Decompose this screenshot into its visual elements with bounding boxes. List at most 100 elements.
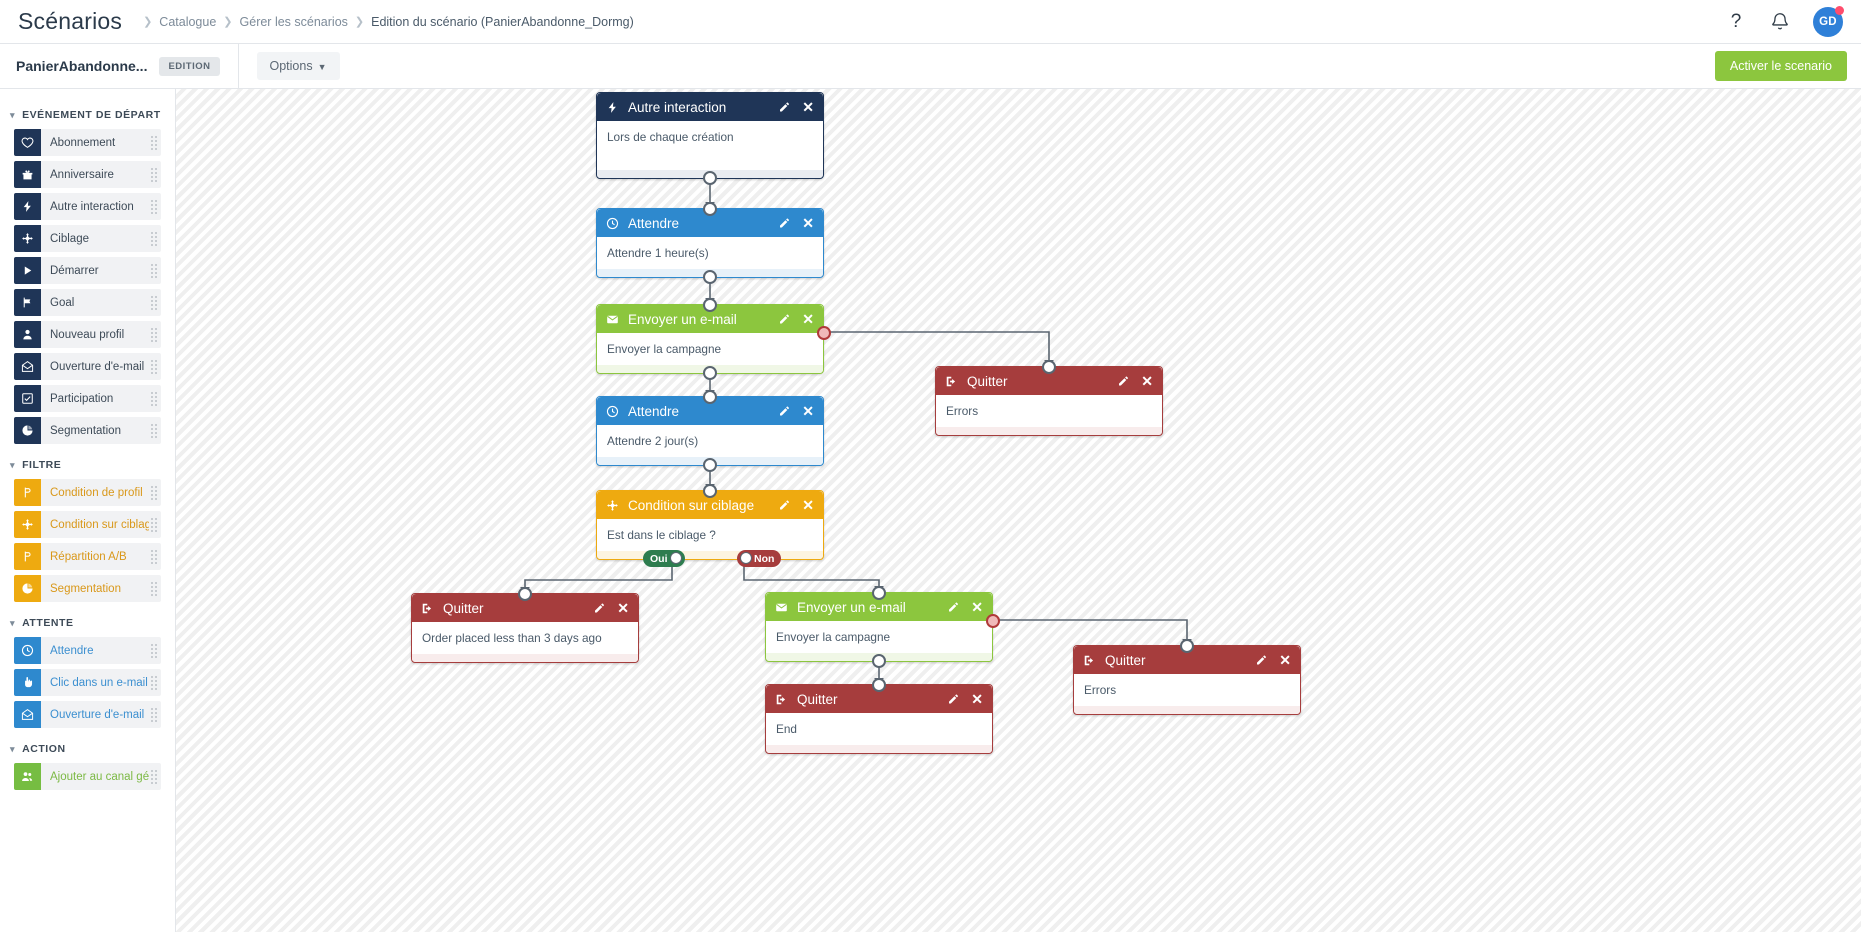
palette-item-condition-de-profil[interactable]: Condition de profil — [14, 479, 161, 506]
palette-item-participation[interactable]: Participation — [14, 385, 161, 412]
drag-handle-icon[interactable] — [149, 479, 161, 506]
close-node-button[interactable]: ✕ — [802, 100, 814, 114]
palette-item-d-marrer[interactable]: Démarrer — [14, 257, 161, 284]
node-port-top[interactable] — [1180, 639, 1194, 653]
drag-handle-icon[interactable] — [149, 321, 161, 348]
drag-handle-icon[interactable] — [149, 701, 161, 728]
palette-item-nouveau-profil[interactable]: Nouveau profil — [14, 321, 161, 348]
flow-node-n6[interactable]: Condition sur ciblage ✕ Est dans le ciblag… — [596, 484, 824, 567]
edit-node-button[interactable] — [778, 101, 791, 113]
close-node-button[interactable]: ✕ — [802, 404, 814, 418]
node-port-bottom[interactable] — [872, 654, 886, 668]
close-node-button[interactable]: ✕ — [971, 692, 983, 706]
flow-node-n10[interactable]: Quitter ✕ Errors — [1073, 639, 1301, 715]
breadcrumb-item-catalogue[interactable]: Catalogue — [159, 15, 216, 29]
node-port-top[interactable] — [703, 390, 717, 404]
palette-section-header[interactable]: ▾ EVÉNEMENT DE DÉPART — [0, 99, 175, 129]
palette-item-segmentation[interactable]: Segmentation — [14, 575, 161, 602]
drag-handle-icon[interactable] — [149, 637, 161, 664]
palette-item-attendre[interactable]: Attendre — [14, 637, 161, 664]
activate-scenario-button[interactable]: Activer le scenario — [1714, 51, 1847, 81]
palette-item-anniversaire[interactable]: Anniversaire — [14, 161, 161, 188]
drag-handle-icon[interactable] — [149, 543, 161, 570]
flow-node-n2[interactable]: Attendre ✕ Attendre 1 heure(s) — [596, 202, 824, 284]
flow-node-n9[interactable]: Quitter ✕ End — [765, 678, 993, 754]
node-error-port[interactable] — [986, 614, 1000, 628]
drag-handle-icon[interactable] — [149, 763, 161, 790]
palette-item-ciblage[interactable]: Ciblage — [14, 225, 161, 252]
node-port-top[interactable] — [872, 586, 886, 600]
edit-node-button[interactable] — [947, 693, 960, 705]
close-node-button[interactable]: ✕ — [802, 312, 814, 326]
drag-handle-icon[interactable] — [149, 511, 161, 538]
palette-section-header[interactable]: ▾ ATTENTE — [0, 607, 175, 637]
node-port-bottom[interactable] — [703, 270, 717, 284]
palette-section-header[interactable]: ▾ ACTION — [0, 733, 175, 763]
node-port-top[interactable] — [703, 202, 717, 216]
avatar[interactable]: GD — [1813, 5, 1844, 37]
edit-node-button[interactable] — [778, 499, 791, 511]
node-port-top[interactable] — [1042, 360, 1056, 374]
palette-item-goal[interactable]: Goal — [14, 289, 161, 316]
palette-item-r-partition-a-b[interactable]: Répartition A/B — [14, 543, 161, 570]
node-port-top[interactable] — [703, 298, 717, 312]
flow-node-n7[interactable]: Quitter ✕ Order placed less than 3 days ag… — [411, 587, 639, 663]
flow-node-n5[interactable]: Attendre ✕ Attendre 2 jour(s) — [596, 390, 824, 472]
drag-handle-icon[interactable] — [149, 289, 161, 316]
drag-handle-icon[interactable] — [149, 417, 161, 444]
branch-pill-no[interactable]: Non — [737, 550, 782, 567]
flow-node-n4[interactable]: Quitter ✕ Errors — [935, 360, 1163, 436]
bell-icon[interactable] — [1769, 11, 1791, 33]
top-bar-actions: ? GD — [1725, 5, 1844, 37]
edit-node-button[interactable] — [1255, 654, 1268, 666]
drag-handle-icon[interactable] — [149, 129, 161, 156]
drag-handle-icon[interactable] — [149, 353, 161, 380]
drag-handle-icon[interactable] — [149, 385, 161, 412]
close-node-button[interactable]: ✕ — [1141, 374, 1153, 388]
drag-handle-icon[interactable] — [149, 225, 161, 252]
edit-node-button[interactable] — [1117, 375, 1130, 387]
node-error-port[interactable] — [817, 326, 831, 340]
node-port-top[interactable] — [703, 484, 717, 498]
node-port-top[interactable] — [518, 587, 532, 601]
help-icon[interactable]: ? — [1725, 11, 1747, 33]
node-port-bottom[interactable] — [703, 366, 717, 380]
palette-item-autre-interaction[interactable]: Autre interaction — [14, 193, 161, 220]
edit-node-button[interactable] — [778, 217, 791, 229]
palette-item-ouverture-d-e-mail[interactable]: Ouverture d'e-mail — [14, 701, 161, 728]
branch-port-yes[interactable] — [669, 552, 682, 564]
close-node-button[interactable]: ✕ — [617, 601, 629, 615]
drag-handle-icon[interactable] — [149, 257, 161, 284]
palette-item-condition-sur-ciblage[interactable]: Condition sur ciblage — [14, 511, 161, 538]
palette-item-abonnement[interactable]: Abonnement — [14, 129, 161, 156]
drag-handle-icon[interactable] — [149, 193, 161, 220]
palette-item-segmentation[interactable]: Segmentation — [14, 417, 161, 444]
branch-port-no[interactable] — [740, 552, 752, 564]
palette-item-clic-dans-un-e-mail[interactable]: Clic dans un e-mail — [14, 669, 161, 696]
flow-node-n8[interactable]: Envoyer un e-mail ✕ Envoyer la campagne — [765, 586, 1000, 668]
close-node-button[interactable]: ✕ — [802, 498, 814, 512]
close-node-button[interactable]: ✕ — [971, 600, 983, 614]
edit-node-button[interactable] — [947, 601, 960, 613]
node-port-top[interactable] — [872, 678, 886, 692]
close-node-button[interactable]: ✕ — [802, 216, 814, 230]
flow-node-n3[interactable]: Envoyer un e-mail ✕ Envoyer la campagne — [596, 298, 831, 380]
palette-item-ajouter-au-canal-g-n-ri[interactable]: Ajouter au canal généri — [14, 763, 161, 790]
node-port-bottom[interactable] — [703, 171, 717, 185]
close-node-button[interactable]: ✕ — [1279, 653, 1291, 667]
branch-pill-yes[interactable]: Oui — [643, 550, 685, 567]
options-button[interactable]: Options ▼ — [256, 52, 340, 80]
flow-node-n1[interactable]: Autre interaction ✕ Lors de chaque créatio… — [596, 92, 824, 185]
palette-section-header[interactable]: ▾ FILTRE — [0, 449, 175, 479]
breadcrumb-separator: ❯ — [223, 16, 233, 28]
edit-node-button[interactable] — [778, 405, 791, 417]
drag-handle-icon[interactable] — [149, 669, 161, 696]
palette-item-ouverture-d-e-mail[interactable]: Ouverture d'e-mail — [14, 353, 161, 380]
drag-handle-icon[interactable] — [149, 575, 161, 602]
node-port-bottom[interactable] — [703, 458, 717, 472]
drag-handle-icon[interactable] — [149, 161, 161, 188]
edit-node-button[interactable] — [593, 602, 606, 614]
scenario-canvas[interactable]: Autre interaction ✕ Lors de chaque créatio… — [176, 89, 1861, 932]
breadcrumb-item-gerer-les-scenarios[interactable]: Gérer les scénarios — [240, 15, 348, 29]
edit-node-button[interactable] — [778, 313, 791, 325]
